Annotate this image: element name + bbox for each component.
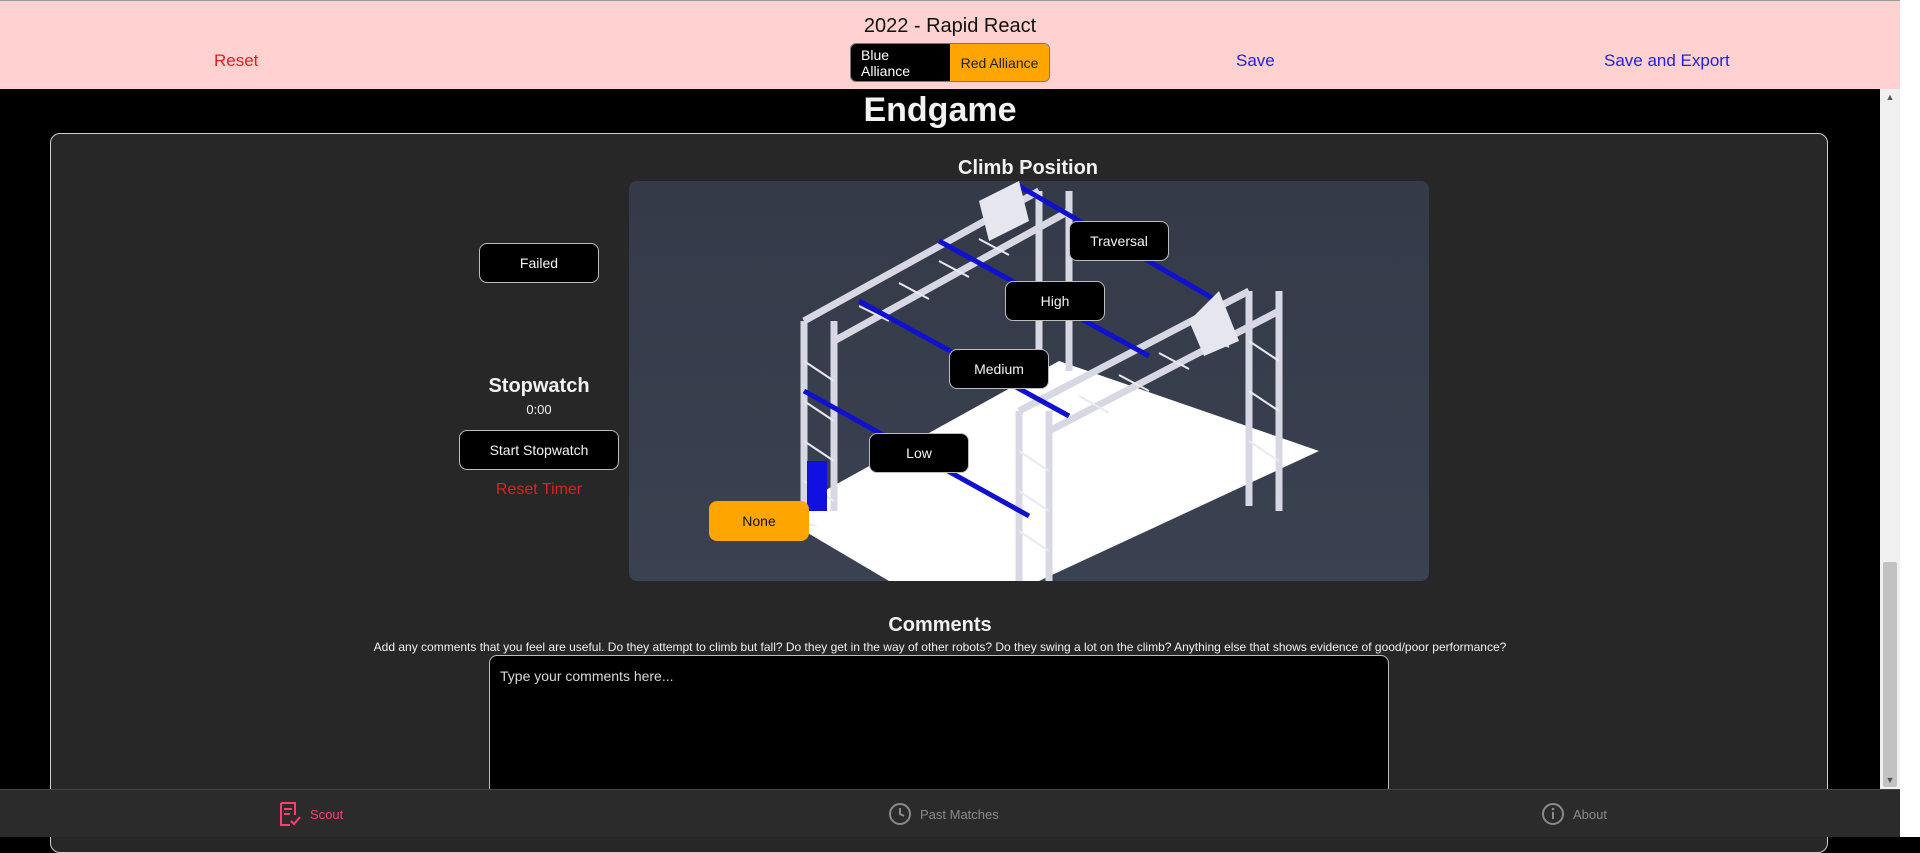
save-and-export-button[interactable]: Save and Export (1604, 51, 1730, 71)
clock-icon (888, 802, 912, 826)
climb-position-title: Climb Position (958, 157, 1098, 179)
red-alliance-button[interactable]: Red Alliance (950, 44, 1049, 81)
reset-button[interactable]: Reset (214, 51, 258, 71)
climb-low-button[interactable]: Low (869, 433, 969, 473)
nav-item-past-matches[interactable]: Past Matches (888, 790, 999, 838)
alliance-toggle: Blue Alliance Red Alliance (850, 43, 1050, 82)
climb-traversal-button[interactable]: Traversal (1069, 221, 1169, 261)
stopwatch-title: Stopwatch (488, 375, 590, 397)
start-stopwatch-button[interactable]: Start Stopwatch (459, 430, 619, 470)
stopwatch-time: 0:00 (526, 402, 552, 417)
nav-item-scout[interactable]: Scout (278, 790, 343, 838)
scroll-up-arrow-icon[interactable]: ▲ (1880, 89, 1900, 106)
nav-label: Past Matches (920, 806, 999, 822)
app-title: 2022 - Rapid React (863, 15, 1037, 37)
scout-icon (278, 801, 302, 827)
window-edge (1900, 0, 1920, 837)
save-button[interactable]: Save (1236, 51, 1275, 71)
blue-alliance-button[interactable]: Blue Alliance (851, 44, 950, 81)
app-header: 2022 - Rapid React Reset Blue Alliance R… (0, 0, 1900, 89)
climb-failed-button[interactable]: Failed (479, 243, 599, 283)
scroll-down-arrow-icon[interactable]: ▼ (1880, 772, 1900, 789)
info-icon (1541, 802, 1565, 826)
page-scrollbar[interactable]: ▲ ▼ (1880, 89, 1900, 789)
comments-input[interactable] (489, 655, 1389, 795)
nav-label: About (1573, 806, 1607, 822)
bottom-navigation: Scout Past Matches About (0, 789, 1900, 837)
climb-none-button[interactable]: None (709, 501, 809, 541)
nav-label: Scout (310, 806, 344, 822)
nav-item-about[interactable]: About (1541, 790, 1607, 838)
comments-title: Comments (888, 614, 992, 636)
comments-hint: Add any comments that you feel are usefu… (373, 640, 1507, 654)
climb-medium-button[interactable]: Medium (949, 349, 1049, 389)
scrollbar-thumb[interactable] (1883, 562, 1897, 787)
section-title: Endgame (863, 91, 1017, 129)
reset-timer-button[interactable]: Reset Timer (460, 481, 618, 499)
climb-high-button[interactable]: High (1005, 281, 1105, 321)
